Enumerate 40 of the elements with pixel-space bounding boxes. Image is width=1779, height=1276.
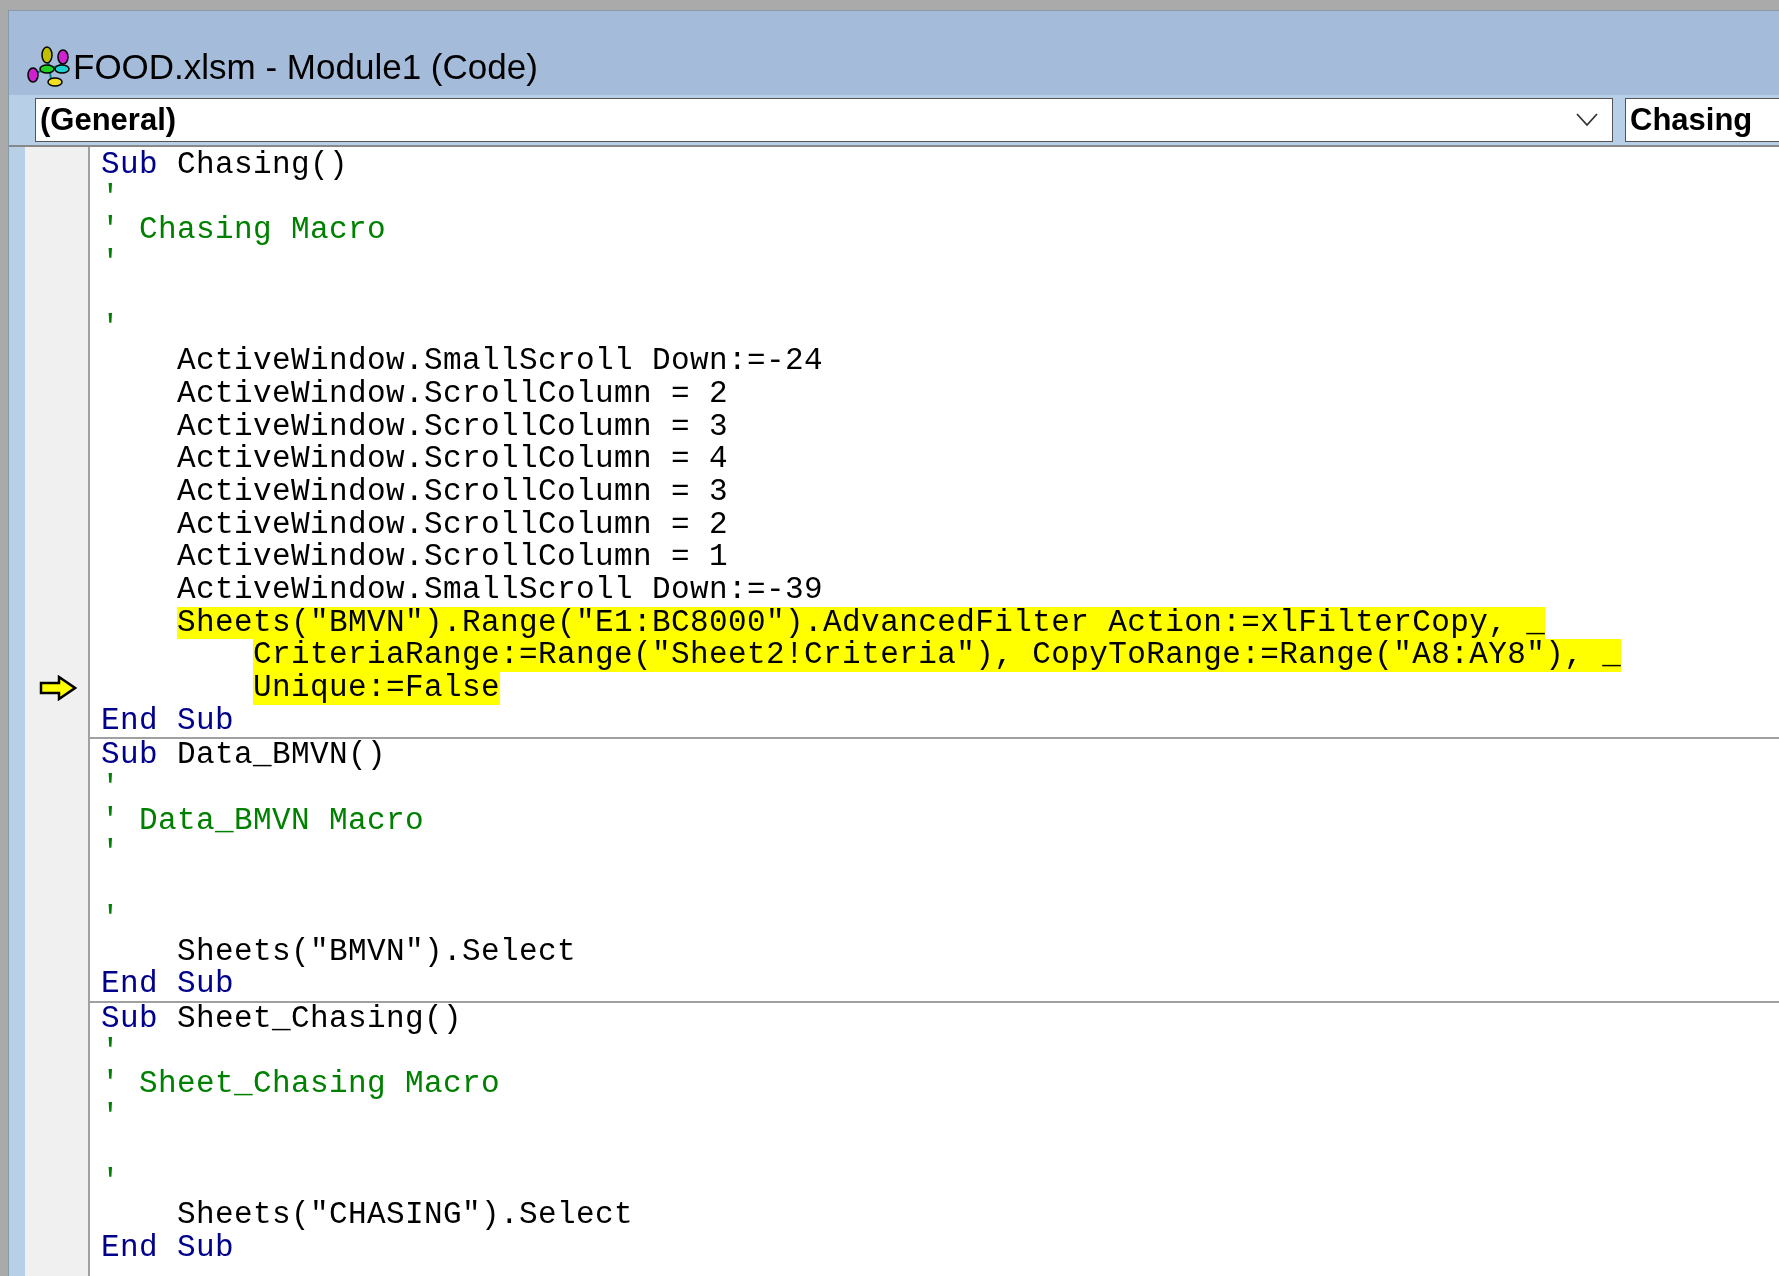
code-text: End Sub — [101, 968, 235, 1001]
code-text: ActiveWindow.SmallScroll Down:=-24 — [177, 345, 824, 378]
execution-arrow-icon — [39, 675, 77, 701]
code-text: ' — [101, 772, 120, 805]
code-text: Data_BMVN() — [177, 739, 387, 773]
window-title: FOOD.xlsm - Module1 (Code) — [73, 46, 538, 88]
code-text: Sheets("BMVN").Range("E1:BC8000").AdvancedFilter Action:=xlFilterCopy, _ — [177, 606, 1546, 640]
code-text: ActiveWindow.SmallScroll Down:=-39 — [177, 573, 824, 607]
code-text: End Sub — [101, 704, 235, 738]
code-text: Sheet_Chasing() — [177, 1002, 463, 1036]
code-text: ActiveWindow.ScrollColumn = 3 — [177, 410, 729, 444]
code-text: ActiveWindow.ScrollColumn = 2 — [177, 377, 729, 411]
code-text: ' — [101, 837, 120, 871]
code-text: Unique:=False — [253, 672, 501, 705]
code-text: ActiveWindow.ScrollColumn = 1 — [177, 541, 729, 574]
code-text: Sheets("BMVN").Select — [177, 935, 577, 969]
code-text: ActiveWindow.ScrollColumn = 2 — [177, 508, 729, 542]
code-text: End Sub — [101, 1231, 235, 1265]
code-text: ' — [101, 1035, 120, 1069]
chevron-down-icon — [1576, 113, 1598, 127]
code-text: ActiveWindow.ScrollColumn = 3 — [177, 475, 729, 509]
procedure-dropdown[interactable]: Chasing — [1625, 98, 1779, 142]
code-text: ' Data_BMVN Macro — [101, 804, 425, 838]
code-text: Chasing() — [177, 149, 349, 182]
code-text: ' — [101, 1100, 120, 1134]
code-text: ' — [101, 1166, 120, 1199]
code-text: ' — [101, 902, 120, 936]
code-text: ' — [101, 181, 120, 215]
code-text: ActiveWindow.ScrollColumn = 4 — [177, 443, 729, 476]
code-text: ' Sheet_Chasing Macro — [101, 1068, 501, 1101]
code-text: Sub — [101, 149, 158, 182]
code-text: Sub — [101, 1002, 158, 1036]
code-text: ' — [101, 247, 120, 280]
project-icon — [25, 45, 71, 89]
code-text: CriteriaRange:=Range("Sheet2!Criteria"), CopyToRange:=Range("A8:AY8"), _ — [253, 639, 1622, 672]
object-dropdown[interactable]: (General) — [35, 98, 1613, 142]
code-text: ' Chasing Macro — [101, 214, 387, 248]
code-text: Sheets("CHASING").Select — [177, 1199, 634, 1232]
code-text: Sub — [101, 739, 158, 773]
code-text: ' — [101, 312, 120, 346]
